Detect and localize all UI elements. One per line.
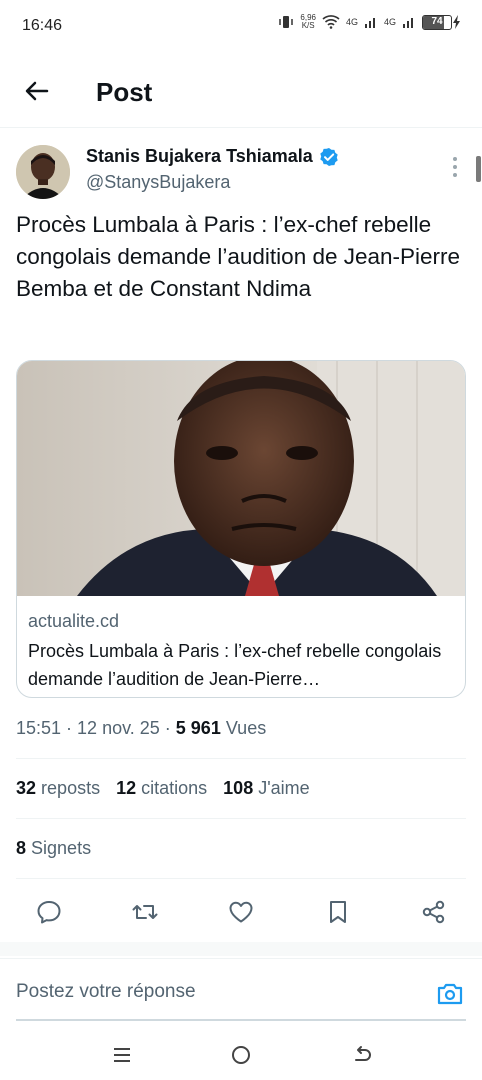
avatar[interactable] bbox=[16, 145, 70, 199]
more-options-icon[interactable] bbox=[446, 154, 464, 180]
verified-badge-icon bbox=[320, 147, 338, 166]
bookmarks-count: 8 bbox=[16, 838, 27, 858]
reply-icon[interactable] bbox=[35, 898, 63, 926]
tweet-meta: 15:51 · 12 nov. 25 · 5 961 Vues bbox=[16, 718, 267, 738]
divider bbox=[16, 878, 466, 879]
likes-label: J'aime bbox=[258, 778, 310, 798]
likes-count: 108 bbox=[223, 778, 254, 798]
page-title: Post bbox=[96, 77, 153, 107]
back-nav-icon[interactable] bbox=[350, 1043, 374, 1067]
battery-icon: 74 bbox=[422, 14, 462, 30]
home-icon[interactable] bbox=[229, 1043, 253, 1067]
bookmark-icon[interactable] bbox=[324, 898, 352, 926]
quotes-stat[interactable]: 12 citations bbox=[116, 778, 207, 799]
vibrate-icon bbox=[279, 16, 294, 28]
bookmarks-stat[interactable]: 8 Signets bbox=[16, 838, 91, 859]
charging-icon bbox=[453, 15, 460, 29]
status-time: 16:46 bbox=[22, 17, 63, 34]
network-speed: 6,96 K/S bbox=[300, 14, 316, 30]
action-bar bbox=[0, 890, 482, 932]
card-domain: actualite.cd bbox=[28, 611, 120, 631]
status-icons: 6,96 K/S 4G 4G 74 bbox=[278, 14, 462, 30]
reposts-stat[interactable]: 32 reposts bbox=[16, 778, 100, 799]
author-name[interactable]: Stanis Bujakera Tshiamala bbox=[86, 146, 339, 167]
battery-level: 74 bbox=[431, 15, 443, 27]
reply-bar bbox=[0, 958, 482, 1028]
menu-icon[interactable] bbox=[110, 1043, 134, 1067]
likes-stat[interactable]: 108 J'aime bbox=[223, 778, 310, 799]
divider bbox=[16, 758, 466, 759]
share-icon[interactable] bbox=[420, 898, 448, 926]
views-label: Vues bbox=[225, 718, 267, 738]
system-nav-bar bbox=[0, 1030, 482, 1080]
camera-icon[interactable] bbox=[436, 981, 464, 1007]
scrollbar[interactable] bbox=[476, 156, 481, 182]
bookmarks-label: Signets bbox=[31, 838, 92, 858]
link-card[interactable]: actualite.cd Procès Lumbala à Paris : l’… bbox=[16, 360, 466, 698]
reposts-label: reposts bbox=[41, 778, 101, 798]
like-icon[interactable] bbox=[227, 898, 255, 926]
status-bar: 16:46 6,96 K/S 4G 4G 74 bbox=[0, 0, 482, 54]
reply-input[interactable] bbox=[16, 981, 376, 1003]
quotes-label: citations bbox=[141, 778, 208, 798]
tweet-text: Procès Lumbala à Paris : l’ex-chef rebel… bbox=[16, 212, 461, 301]
reply-underline bbox=[16, 1019, 466, 1021]
signal-icon bbox=[403, 18, 413, 28]
quotes-count: 12 bbox=[116, 778, 137, 798]
divider bbox=[16, 818, 466, 819]
reposts-count: 32 bbox=[16, 778, 37, 798]
page-header: Post bbox=[0, 54, 482, 128]
signal-label-2: 4G bbox=[383, 17, 396, 27]
tweet-time: 15:51 bbox=[16, 718, 62, 738]
repost-icon[interactable] bbox=[131, 898, 159, 926]
network-speed-unit: K/S bbox=[301, 21, 315, 30]
author-handle[interactable]: @StanysBujakera bbox=[86, 172, 230, 193]
author-name-text: Stanis Bujakera Tshiamala bbox=[86, 146, 313, 166]
signal-label-1: 4G bbox=[345, 17, 358, 27]
arrow-left-icon[interactable] bbox=[22, 76, 52, 106]
views-count: 5 961 bbox=[175, 718, 221, 738]
signal-icon bbox=[364, 18, 375, 28]
engagement-stats: 32 reposts 12 citations 108 J'aime bbox=[16, 778, 310, 799]
wifi-icon bbox=[322, 15, 340, 29]
card-image[interactable] bbox=[17, 361, 465, 596]
tweet-date[interactable]: 12 nov. 25 bbox=[77, 718, 160, 738]
card-title: Procès Lumbala à Paris : l’ex-chef rebel… bbox=[28, 641, 442, 689]
section-separator bbox=[0, 942, 482, 956]
